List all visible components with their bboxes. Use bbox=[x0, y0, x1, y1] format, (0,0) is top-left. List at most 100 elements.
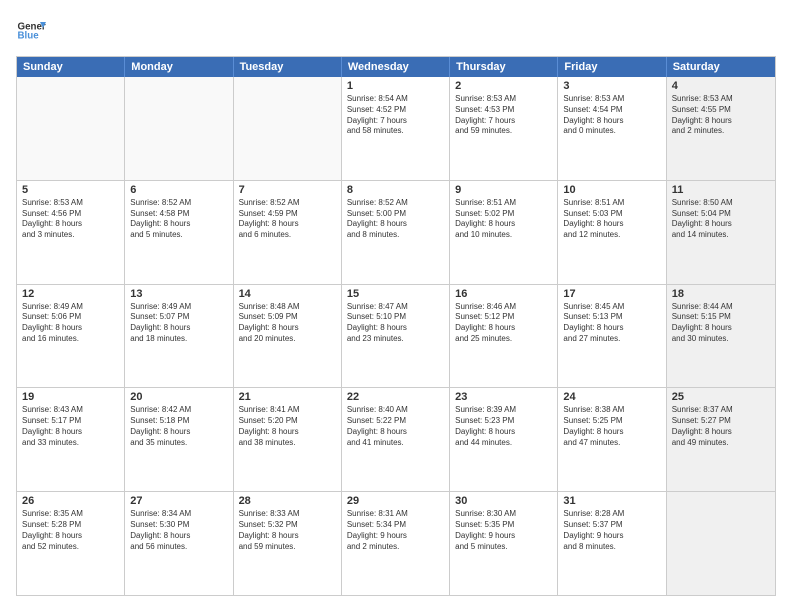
cal-cell-r0-c3: 1 Sunrise: 8:54 AM Sunset: 4:52 PM Daylig… bbox=[342, 77, 450, 180]
cal-cell-r3-c6: 25 Sunrise: 8:37 AM Sunset: 5:27 PM Dayli… bbox=[667, 388, 775, 491]
day-number: 28 bbox=[239, 495, 336, 507]
cal-header-day-saturday: Saturday bbox=[667, 57, 775, 77]
day-info: Sunrise: 8:51 AM Sunset: 5:03 PM Dayligh… bbox=[563, 198, 660, 241]
cal-cell-r4-c5: 31 Sunrise: 8:28 AM Sunset: 5:37 PM Dayli… bbox=[558, 492, 666, 595]
day-number: 5 bbox=[22, 184, 119, 196]
cal-cell-r4-c4: 30 Sunrise: 8:30 AM Sunset: 5:35 PM Dayli… bbox=[450, 492, 558, 595]
cal-cell-r1-c5: 10 Sunrise: 8:51 AM Sunset: 5:03 PM Dayli… bbox=[558, 181, 666, 284]
day-info: Sunrise: 8:46 AM Sunset: 5:12 PM Dayligh… bbox=[455, 302, 552, 345]
calendar-header: SundayMondayTuesdayWednesdayThursdayFrid… bbox=[17, 57, 775, 77]
day-number: 22 bbox=[347, 391, 444, 403]
day-number: 24 bbox=[563, 391, 660, 403]
cal-row-4: 26 Sunrise: 8:35 AM Sunset: 5:28 PM Dayli… bbox=[17, 491, 775, 595]
cal-cell-r1-c0: 5Sunrise: 8:53 AM Sunset: 4:56 PM Daylig… bbox=[17, 181, 125, 284]
cal-cell-r3-c4: 23Sunrise: 8:39 AM Sunset: 5:23 PM Dayli… bbox=[450, 388, 558, 491]
day-info: Sunrise: 8:37 AM Sunset: 5:27 PM Dayligh… bbox=[672, 405, 770, 448]
header: General Blue bbox=[16, 16, 776, 46]
cal-cell-r0-c0 bbox=[17, 77, 125, 180]
cal-cell-r2-c4: 16 Sunrise: 8:46 AM Sunset: 5:12 PM Dayli… bbox=[450, 285, 558, 388]
cal-cell-r4-c6 bbox=[667, 492, 775, 595]
day-info: Sunrise: 8:31 AM Sunset: 5:34 PM Dayligh… bbox=[347, 509, 444, 552]
day-info: Sunrise: 8:50 AM Sunset: 5:04 PM Dayligh… bbox=[672, 198, 770, 241]
day-info: Sunrise: 8:41 AM Sunset: 5:20 PM Dayligh… bbox=[239, 405, 336, 448]
day-info: Sunrise: 8:49 AM Sunset: 5:07 PM Dayligh… bbox=[130, 302, 227, 345]
day-number: 2 bbox=[455, 80, 552, 92]
day-number: 6 bbox=[130, 184, 227, 196]
day-info: Sunrise: 8:52 AM Sunset: 5:00 PM Dayligh… bbox=[347, 198, 444, 241]
day-number: 11 bbox=[672, 184, 770, 196]
day-number: 31 bbox=[563, 495, 660, 507]
day-number: 10 bbox=[563, 184, 660, 196]
logo: General Blue bbox=[16, 16, 46, 46]
cal-cell-r1-c4: 9 Sunrise: 8:51 AM Sunset: 5:02 PM Daylig… bbox=[450, 181, 558, 284]
day-info: Sunrise: 8:38 AM Sunset: 5:25 PM Dayligh… bbox=[563, 405, 660, 448]
day-info: Sunrise: 8:49 AM Sunset: 5:06 PM Dayligh… bbox=[22, 302, 119, 345]
day-info: Sunrise: 8:48 AM Sunset: 5:09 PM Dayligh… bbox=[239, 302, 336, 345]
day-number: 3 bbox=[563, 80, 660, 92]
day-number: 9 bbox=[455, 184, 552, 196]
day-number: 15 bbox=[347, 288, 444, 300]
day-info: Sunrise: 8:35 AM Sunset: 5:28 PM Dayligh… bbox=[22, 509, 119, 552]
cal-cell-r3-c0: 19Sunrise: 8:43 AM Sunset: 5:17 PM Dayli… bbox=[17, 388, 125, 491]
day-info: Sunrise: 8:54 AM Sunset: 4:52 PM Dayligh… bbox=[347, 94, 444, 137]
day-info: Sunrise: 8:43 AM Sunset: 5:17 PM Dayligh… bbox=[22, 405, 119, 448]
day-number: 20 bbox=[130, 391, 227, 403]
day-info: Sunrise: 8:52 AM Sunset: 4:58 PM Dayligh… bbox=[130, 198, 227, 241]
cal-cell-r3-c2: 21 Sunrise: 8:41 AM Sunset: 5:20 PM Dayli… bbox=[234, 388, 342, 491]
cal-cell-r4-c0: 26 Sunrise: 8:35 AM Sunset: 5:28 PM Dayli… bbox=[17, 492, 125, 595]
cal-cell-r2-c5: 17 Sunrise: 8:45 AM Sunset: 5:13 PM Dayli… bbox=[558, 285, 666, 388]
page: General Blue SundayMondayTuesdayWednesda… bbox=[0, 0, 792, 612]
cal-cell-r1-c2: 7 Sunrise: 8:52 AM Sunset: 4:59 PM Daylig… bbox=[234, 181, 342, 284]
cal-header-day-monday: Monday bbox=[125, 57, 233, 77]
day-number: 29 bbox=[347, 495, 444, 507]
day-number: 26 bbox=[22, 495, 119, 507]
cal-cell-r0-c1 bbox=[125, 77, 233, 180]
day-number: 13 bbox=[130, 288, 227, 300]
logo-icon: General Blue bbox=[16, 16, 46, 46]
day-number: 18 bbox=[672, 288, 770, 300]
cal-cell-r4-c1: 27 Sunrise: 8:34 AM Sunset: 5:30 PM Dayli… bbox=[125, 492, 233, 595]
calendar-body: 1 Sunrise: 8:54 AM Sunset: 4:52 PM Daylig… bbox=[17, 77, 775, 595]
day-number: 21 bbox=[239, 391, 336, 403]
day-number: 16 bbox=[455, 288, 552, 300]
svg-text:Blue: Blue bbox=[18, 31, 40, 42]
cal-cell-r0-c5: 3 Sunrise: 8:53 AM Sunset: 4:54 PM Daylig… bbox=[558, 77, 666, 180]
day-info: Sunrise: 8:42 AM Sunset: 5:18 PM Dayligh… bbox=[130, 405, 227, 448]
day-info: Sunrise: 8:39 AM Sunset: 5:23 PM Dayligh… bbox=[455, 405, 552, 448]
day-number: 4 bbox=[672, 80, 770, 92]
cal-row-2: 12Sunrise: 8:49 AM Sunset: 5:06 PM Dayli… bbox=[17, 284, 775, 388]
day-info: Sunrise: 8:40 AM Sunset: 5:22 PM Dayligh… bbox=[347, 405, 444, 448]
cal-cell-r0-c6: 4 Sunrise: 8:53 AM Sunset: 4:55 PM Daylig… bbox=[667, 77, 775, 180]
day-info: Sunrise: 8:28 AM Sunset: 5:37 PM Dayligh… bbox=[563, 509, 660, 552]
cal-header-day-sunday: Sunday bbox=[17, 57, 125, 77]
cal-cell-r4-c3: 29 Sunrise: 8:31 AM Sunset: 5:34 PM Dayli… bbox=[342, 492, 450, 595]
cal-header-day-tuesday: Tuesday bbox=[234, 57, 342, 77]
day-number: 27 bbox=[130, 495, 227, 507]
cal-cell-r3-c3: 22 Sunrise: 8:40 AM Sunset: 5:22 PM Dayli… bbox=[342, 388, 450, 491]
day-info: Sunrise: 8:53 AM Sunset: 4:55 PM Dayligh… bbox=[672, 94, 770, 137]
day-number: 30 bbox=[455, 495, 552, 507]
day-info: Sunrise: 8:45 AM Sunset: 5:13 PM Dayligh… bbox=[563, 302, 660, 345]
day-number: 8 bbox=[347, 184, 444, 196]
cal-cell-r2-c6: 18Sunrise: 8:44 AM Sunset: 5:15 PM Dayli… bbox=[667, 285, 775, 388]
day-info: Sunrise: 8:30 AM Sunset: 5:35 PM Dayligh… bbox=[455, 509, 552, 552]
day-number: 1 bbox=[347, 80, 444, 92]
cal-cell-r1-c6: 11 Sunrise: 8:50 AM Sunset: 5:04 PM Dayli… bbox=[667, 181, 775, 284]
cal-cell-r1-c3: 8 Sunrise: 8:52 AM Sunset: 5:00 PM Daylig… bbox=[342, 181, 450, 284]
day-number: 25 bbox=[672, 391, 770, 403]
day-info: Sunrise: 8:52 AM Sunset: 4:59 PM Dayligh… bbox=[239, 198, 336, 241]
day-info: Sunrise: 8:51 AM Sunset: 5:02 PM Dayligh… bbox=[455, 198, 552, 241]
cal-row-0: 1 Sunrise: 8:54 AM Sunset: 4:52 PM Daylig… bbox=[17, 77, 775, 180]
cal-cell-r3-c5: 24 Sunrise: 8:38 AM Sunset: 5:25 PM Dayli… bbox=[558, 388, 666, 491]
day-info: Sunrise: 8:33 AM Sunset: 5:32 PM Dayligh… bbox=[239, 509, 336, 552]
day-number: 7 bbox=[239, 184, 336, 196]
cal-cell-r2-c1: 13 Sunrise: 8:49 AM Sunset: 5:07 PM Dayli… bbox=[125, 285, 233, 388]
day-info: Sunrise: 8:53 AM Sunset: 4:53 PM Dayligh… bbox=[455, 94, 552, 137]
day-number: 17 bbox=[563, 288, 660, 300]
day-info: Sunrise: 8:53 AM Sunset: 4:54 PM Dayligh… bbox=[563, 94, 660, 137]
day-info: Sunrise: 8:34 AM Sunset: 5:30 PM Dayligh… bbox=[130, 509, 227, 552]
cal-cell-r0-c2 bbox=[234, 77, 342, 180]
cal-row-3: 19Sunrise: 8:43 AM Sunset: 5:17 PM Dayli… bbox=[17, 387, 775, 491]
cal-cell-r3-c1: 20 Sunrise: 8:42 AM Sunset: 5:18 PM Dayli… bbox=[125, 388, 233, 491]
cal-header-day-friday: Friday bbox=[558, 57, 666, 77]
